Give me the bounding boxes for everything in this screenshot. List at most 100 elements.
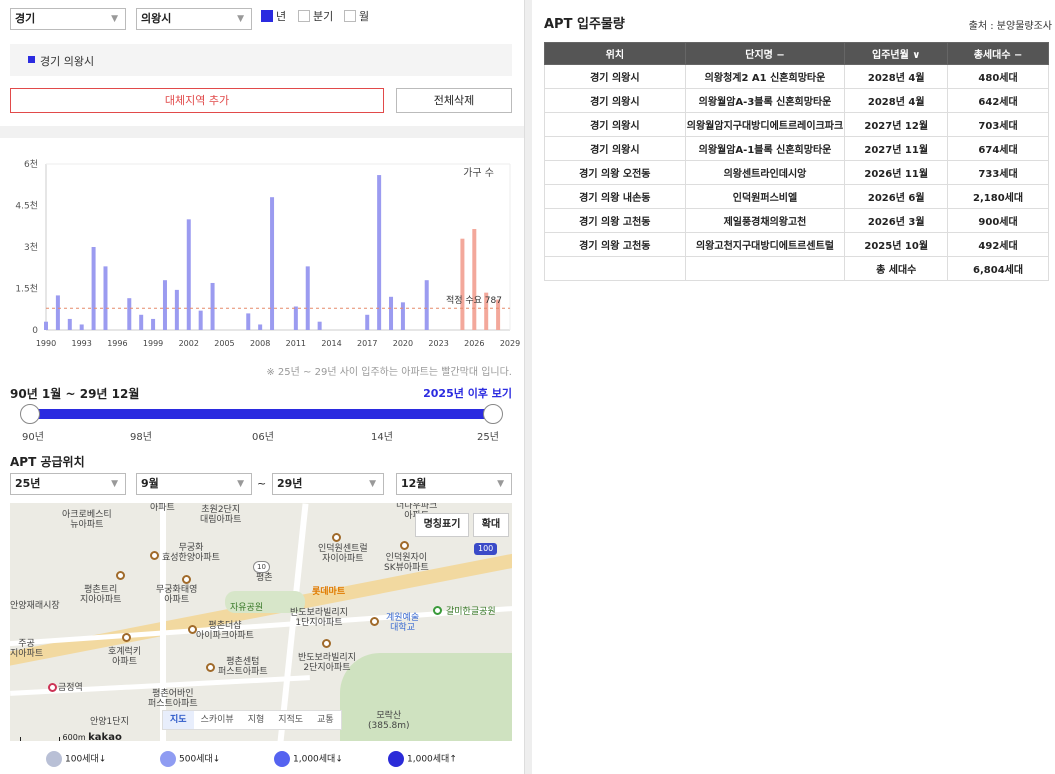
cell-complex-name: 의왕고천지구대방디에트르센트럴 <box>684 232 846 257</box>
expand-map-button[interactable]: 확대 <box>473 513 509 537</box>
table-header-row: 위치 단지명 − 입주년월 ∨ 총세대수 − <box>544 42 1049 65</box>
year-range-track[interactable] <box>22 409 498 419</box>
range-end-handle[interactable] <box>483 404 503 424</box>
to-year-select[interactable]: 29년 ▼ <box>272 473 384 495</box>
from-month-select[interactable]: 9월 ▼ <box>136 473 252 495</box>
show-names-button[interactable]: 명칭표기 <box>415 513 469 537</box>
chart-bar <box>210 282 215 330</box>
table-row[interactable]: 경기 의왕 오전동 의왕센트라인데시앙 2026년 11월 733세대 <box>544 160 1049 185</box>
table-row[interactable]: 경기 의왕시 의왕월암A-1블록 신혼희망타운 2027년 11월 674세대 <box>544 136 1049 161</box>
checkbox-icon <box>298 10 310 22</box>
legend-item: 1,000세대↓ <box>274 751 343 768</box>
col-move-in-date[interactable]: 입주년월 ∨ <box>844 42 949 65</box>
table-total-row: 총 세대수 6,804세대 <box>544 256 1049 281</box>
supply-bar-chart: 0 1.5천 3천 4.5천 6천 1990 1993 1996 1999 2002 2005 200… <box>15 159 520 348</box>
chevron-down-icon: ▼ <box>369 479 376 489</box>
legend-item: 100세대↓ <box>46 751 106 768</box>
range-start-handle[interactable] <box>20 404 40 424</box>
range-tick: 90년 <box>22 432 44 443</box>
cell-move-in-date: 2026년 6월 <box>844 184 949 209</box>
col-location[interactable]: 위치 <box>544 42 686 65</box>
map-label: 갈미한글공원 <box>446 607 496 617</box>
view-after-2025-link[interactable]: 2025년 이후 보기 <box>423 385 512 401</box>
table-row[interactable]: 경기 의왕시 의왕청계2 A1 신혼희망타운 2028년 4월 480세대 <box>544 64 1049 89</box>
cell-location: 경기 의왕시 <box>544 112 686 137</box>
map-label: 인덕원센트럴 자이아파트 <box>318 544 368 564</box>
chart-bar <box>79 324 84 330</box>
chart-bar <box>400 302 405 330</box>
province-select[interactable]: 경기 ▼ <box>10 8 126 30</box>
delete-all-button[interactable]: 전체삭제 <box>396 88 512 113</box>
tab-map[interactable]: 지도 <box>163 711 194 729</box>
chart-bar <box>139 314 144 330</box>
x-tick-label: 2026 <box>464 339 484 348</box>
y-tick-label: 6천 <box>24 159 38 170</box>
apartment-icon <box>322 639 331 648</box>
park-area <box>340 653 512 741</box>
add-region-button[interactable]: 대체지역 추가 <box>10 88 384 113</box>
table-row[interactable]: 경기 의왕시 의왕월암지구대방디에트르레이크파크 2027년 12월 703세대 <box>544 112 1049 137</box>
cell-location: 경기 의왕 오전동 <box>544 160 686 185</box>
tab-traffic[interactable]: 교통 <box>310 711 341 729</box>
chevron-down-icon: ▼ <box>237 14 244 24</box>
table-row[interactable]: 경기 의왕 고천동 의왕고천지구대방디에트르센트럴 2025년 10월 492세대 <box>544 232 1049 257</box>
from-year-select[interactable]: 25년 ▼ <box>10 473 126 495</box>
range-separator: ~ <box>257 477 267 490</box>
chart-bar <box>174 289 179 330</box>
cell-total-units: 900세대 <box>947 208 1049 233</box>
tab-cadastral[interactable]: 지적도 <box>271 711 310 729</box>
panel-splitter[interactable] <box>524 0 532 774</box>
legend-item: 1,000세대↑ <box>388 751 457 768</box>
to-month-select[interactable]: 12월 ▼ <box>396 473 512 495</box>
legend-label: 100세대↓ <box>65 754 107 765</box>
x-tick-label: 2023 <box>428 339 448 348</box>
chart-bar <box>162 280 167 330</box>
x-tick-label: 2008 <box>250 339 270 348</box>
map-label: 인덕원자이 SK뷰아파트 <box>384 553 429 573</box>
map-label: 주공 지아파트 <box>10 639 44 659</box>
supply-location-title: APT 공급위치 <box>10 455 85 469</box>
map-label: 금정역 <box>58 683 83 693</box>
col-total-units[interactable]: 총세대수 − <box>947 42 1049 65</box>
period-year-checkbox[interactable]: 년 <box>261 10 286 24</box>
apartment-icon <box>116 571 125 580</box>
chart-bar <box>270 197 275 330</box>
range-tick: 14년 <box>371 432 393 443</box>
table-row[interactable]: 경기 의왕 내손동 인덕원퍼스비엘 2026년 6월 2,180세대 <box>544 184 1049 209</box>
legend-label: 1,000세대↑ <box>407 754 457 765</box>
tab-skyview[interactable]: 스카이뷰 <box>194 711 241 729</box>
chart-bar <box>198 310 203 330</box>
range-tick: 98년 <box>130 432 152 443</box>
tab-terrain[interactable]: 지형 <box>241 711 272 729</box>
chart-bar <box>127 298 132 330</box>
scale-line <box>20 737 60 741</box>
cell-move-in-date: 2027년 12월 <box>844 112 949 137</box>
table-row[interactable]: 경기 의왕 고천동 제일풍경채의왕고천 2026년 3월 900세대 <box>544 208 1049 233</box>
to-year-value: 29년 <box>277 477 303 490</box>
cell-total-units: 492세대 <box>947 232 1049 257</box>
apartment-icon <box>122 633 131 642</box>
chart-bar <box>258 324 263 330</box>
col-complex-name[interactable]: 단지명 − <box>684 42 846 65</box>
cell-complex-name: 제일풍경채의왕고천 <box>684 208 846 233</box>
table-row[interactable]: 경기 의왕시 의왕월암A-3블록 신혼희망타운 2028년 4월 642세대 <box>544 88 1049 113</box>
supply-map[interactable]: 아크로베스티뉴아파트 아파트 초원2단지대림아파트 너나우파크아파트 무궁화효성… <box>10 503 512 741</box>
cell-complex-name: 의왕월암A-1블록 신혼희망타운 <box>684 136 846 161</box>
to-month-value: 12월 <box>401 477 427 490</box>
range-tick: 25년 <box>477 432 499 443</box>
cell-total-units: 642세대 <box>947 88 1049 113</box>
region-list-item[interactable]: 경기 의왕시 <box>40 53 94 69</box>
chart-bar <box>472 229 477 330</box>
cell-location: 경기 의왕 고천동 <box>544 232 686 257</box>
city-select[interactable]: 의왕시 ▼ <box>136 8 252 30</box>
chart-bar <box>246 313 251 330</box>
apt-title: APT 입주물량 <box>544 17 625 32</box>
pin-icon <box>274 751 290 767</box>
cell-complex-name: 의왕센트라인데시앙 <box>684 160 846 185</box>
period-month-checkbox[interactable]: 월 <box>344 10 369 24</box>
region-color-swatch <box>28 56 35 63</box>
range-tick: 06년 <box>252 432 274 443</box>
pin-icon <box>46 751 62 767</box>
y-tick-label: 3천 <box>24 242 38 253</box>
period-quarter-checkbox[interactable]: 분기 <box>298 10 333 24</box>
